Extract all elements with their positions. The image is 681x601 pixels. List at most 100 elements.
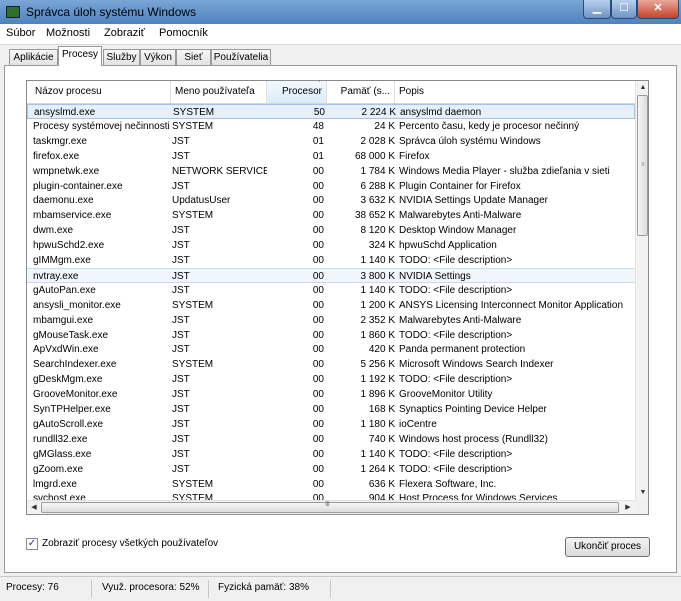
table-row[interactable]: rundll32.exe JST 00 740 K Windows host proce… xyxy=(27,432,635,447)
table-row[interactable]: daemonu.exe UpdatusUser 00 3 632 K NVIDIA Se… xyxy=(27,193,635,208)
process-name-cell: gAutoScroll.exe xyxy=(33,418,104,430)
process-list[interactable]: Názov procesu Meno používateľa Procesor … xyxy=(26,80,649,515)
show-all-users-checkbox[interactable]: ✓ xyxy=(26,538,38,550)
memory-cell: 1 264 K xyxy=(360,463,395,475)
process-name-cell: SynTPHelper.exe xyxy=(33,404,111,415)
cpu-cell: 00 xyxy=(312,210,324,222)
process-name-cell: gAutoPan.exe xyxy=(33,284,96,296)
description-cell: Host Process for Windows Services xyxy=(399,493,558,500)
table-row[interactable]: gMGlass.exe JST 00 1 140 K TODO: <File descr… xyxy=(27,447,635,462)
memory-cell: 904 K xyxy=(368,493,395,500)
show-all-users-label[interactable]: Zobraziť procesy všetkých používateľov xyxy=(42,538,218,549)
process-name-cell: gDeskMgm.exe xyxy=(33,374,103,386)
table-row[interactable]: Procesy systémovej nečinnosti SYSTEM 48 24 … xyxy=(27,119,635,134)
tab-performance[interactable]: Výkon xyxy=(140,49,176,65)
user-name-cell: NETWORK SERVICE xyxy=(172,165,267,177)
close-button[interactable]: ✕ xyxy=(637,0,679,19)
table-row[interactable]: SearchIndexer.exe SYSTEM 00 5 256 K Microsof… xyxy=(27,357,635,372)
minimize-button[interactable]: ▁ xyxy=(583,0,611,19)
user-name-cell: JST xyxy=(172,240,190,252)
user-name-cell: JST xyxy=(172,389,190,401)
thumb-grip-icon: Ⅲ xyxy=(325,501,330,508)
table-row[interactable]: SynTPHelper.exe JST 00 168 K Synaptics Point… xyxy=(27,402,635,417)
column-memory[interactable]: Pamäť (s... xyxy=(327,81,395,103)
process-name-cell: mbamservice.exe xyxy=(33,210,112,222)
table-row[interactable]: ansyslmd.exe SYSTEM 50 2 224 K ansyslmd daem… xyxy=(27,104,635,119)
table-row[interactable]: firefox.exe JST 01 68 000 K Firefox xyxy=(27,149,635,164)
table-row[interactable]: GrooveMonitor.exe JST 00 1 896 K GrooveMonit… xyxy=(27,387,635,402)
title-bar[interactable]: Správca úloh systému Windows ▁ ☐ ✕ xyxy=(0,0,681,24)
table-row[interactable]: hpwuSchd2.exe JST 00 324 K hpwuSchd Applicat… xyxy=(27,238,635,253)
process-name-cell: dwm.exe xyxy=(33,225,74,237)
column-description[interactable]: Popis xyxy=(395,81,635,103)
table-row[interactable]: dwm.exe JST 00 8 120 K Desktop Window Manage… xyxy=(27,223,635,238)
user-name-cell: SYSTEM xyxy=(172,299,214,311)
process-name-cell: wmpnetwk.exe xyxy=(33,165,100,177)
maximize-button[interactable]: ☐ xyxy=(611,0,637,19)
table-row[interactable]: gMouseTask.exe JST 00 1 860 K TODO: <File de… xyxy=(27,328,635,343)
user-name-cell: JST xyxy=(172,150,190,162)
table-row[interactable]: gAutoScroll.exe JST 00 1 180 K ioCentre xyxy=(27,417,635,432)
column-user-name[interactable]: Meno používateľa xyxy=(171,81,267,103)
scroll-up-icon[interactable]: ▲ xyxy=(636,81,648,95)
table-row[interactable]: gDeskMgm.exe JST 00 1 192 K TODO: <File desc… xyxy=(27,372,635,387)
process-name-cell: ApVxdWin.exe xyxy=(33,344,99,356)
cpu-cell: 00 xyxy=(312,225,324,237)
tab-applications[interactable]: Aplikácie xyxy=(9,49,58,65)
table-row[interactable]: ApVxdWin.exe JST 00 420 K Panda permanent pr… xyxy=(27,342,635,357)
description-cell: NVIDIA Settings xyxy=(399,270,471,282)
table-row[interactable]: nvtray.exe JST 00 3 800 K NVIDIA Settings xyxy=(27,267,635,283)
memory-cell: 324 K xyxy=(368,240,395,252)
table-row[interactable]: gAutoPan.exe JST 00 1 140 K TODO: <File desc… xyxy=(27,283,635,298)
memory-cell: 2 028 K xyxy=(360,135,395,147)
description-cell: Firefox xyxy=(399,150,430,162)
horizontal-scrollbar[interactable]: ◀ Ⅲ ▶ xyxy=(27,500,635,514)
tab-users[interactable]: Používatelia xyxy=(211,49,271,65)
table-row[interactable]: mbamgui.exe JST 00 2 352 K Malwarebytes Anti… xyxy=(27,313,635,328)
menu-file[interactable]: Súbor xyxy=(6,27,35,39)
menu-options[interactable]: Možnosti xyxy=(46,27,90,39)
description-cell: TODO: <File description> xyxy=(399,463,513,475)
description-cell: ioCentre xyxy=(399,418,437,430)
cpu-cell: 00 xyxy=(312,270,324,282)
table-row[interactable]: plugin-container.exe JST 00 6 288 K Plugin C… xyxy=(27,179,635,194)
table-row[interactable]: mbamservice.exe SYSTEM 00 38 652 K Malwareby… xyxy=(27,208,635,223)
column-cpu[interactable]: Procesor xyxy=(267,81,327,103)
vertical-scroll-thumb[interactable]: ≡ xyxy=(637,95,648,236)
cpu-cell: 00 xyxy=(312,448,324,460)
process-name-cell: Procesy systémovej nečinnosti xyxy=(33,120,170,132)
memory-cell: 8 120 K xyxy=(360,225,395,237)
description-cell: Panda permanent protection xyxy=(399,344,526,356)
tab-network[interactable]: Sieť xyxy=(176,49,211,65)
scroll-down-icon[interactable]: ▼ xyxy=(636,486,648,500)
end-process-button[interactable]: Ukončiť proces xyxy=(565,537,650,557)
table-row[interactable]: gZoom.exe JST 00 1 264 K TODO: <File descrip… xyxy=(27,462,635,477)
table-row[interactable]: lmgrd.exe SYSTEM 00 636 K Flexera Software, … xyxy=(27,477,635,492)
tab-processes[interactable]: Procesy xyxy=(58,46,102,66)
column-process-name[interactable]: Názov procesu xyxy=(27,81,171,103)
menu-help[interactable]: Pomocník xyxy=(159,27,208,39)
vertical-scrollbar[interactable]: ▲ ≡ ▼ xyxy=(635,81,648,500)
scroll-left-icon[interactable]: ◀ xyxy=(27,501,41,514)
scroll-right-icon[interactable]: ▶ xyxy=(621,501,635,514)
table-row[interactable]: ansysli_monitor.exe SYSTEM 00 1 200 K ANSYS … xyxy=(27,298,635,313)
table-row[interactable]: svchost.exe SYSTEM 00 904 K Host Process for… xyxy=(27,491,635,500)
table-row[interactable]: gIMMgm.exe JST 00 1 140 K TODO: <File descri… xyxy=(27,253,635,268)
memory-cell: 6 288 K xyxy=(360,180,395,192)
user-name-cell: SYSTEM xyxy=(173,107,215,118)
description-cell: ansyslmd daemon xyxy=(400,107,482,118)
cpu-cell: 00 xyxy=(312,374,324,386)
memory-cell: 24 K xyxy=(374,120,395,132)
memory-cell: 1 896 K xyxy=(360,389,395,401)
status-bar: Procesy: 76 Využ. procesora: 52% Fyzická… xyxy=(0,576,681,601)
window-title: Správca úloh systému Windows xyxy=(26,5,197,19)
table-row[interactable]: wmpnetwk.exe NETWORK SERVICE 00 1 784 K Wind… xyxy=(27,164,635,179)
table-row[interactable]: taskmgr.exe JST 01 2 028 K Správca úloh syst… xyxy=(27,134,635,149)
menu-view[interactable]: Zobraziť xyxy=(104,27,145,39)
process-name-cell: SearchIndexer.exe xyxy=(33,359,117,371)
horizontal-scroll-thumb[interactable]: Ⅲ xyxy=(41,501,619,513)
cpu-cell: 00 xyxy=(312,463,324,475)
user-name-cell: JST xyxy=(172,374,190,386)
description-cell: GrooveMonitor Utility xyxy=(399,389,493,401)
tab-services[interactable]: Služby xyxy=(103,49,140,65)
